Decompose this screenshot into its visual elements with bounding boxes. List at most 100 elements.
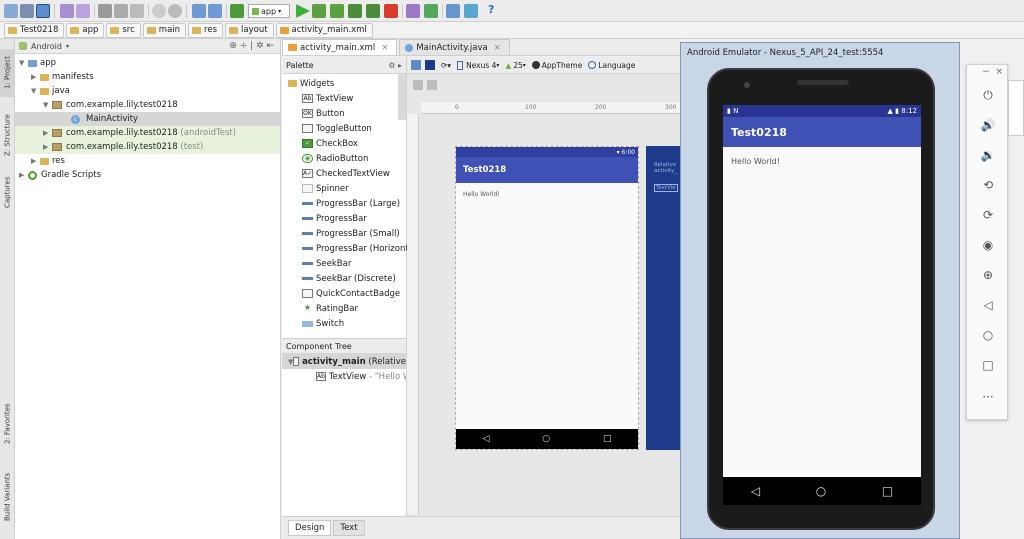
make-project-icon[interactable] <box>230 4 244 18</box>
project-structure-icon[interactable] <box>446 4 460 18</box>
tab-captures[interactable]: Captures <box>0 173 15 211</box>
language-select[interactable]: Language <box>598 61 635 70</box>
expand-arrow-icon[interactable]: ▶ <box>19 171 28 179</box>
volume-down-icon[interactable]: 🔉 <box>967 145 1009 165</box>
android-monitor-icon[interactable] <box>464 4 478 18</box>
screenshot-icon[interactable]: ◉ <box>967 235 1009 255</box>
stop-icon[interactable] <box>384 4 398 18</box>
tree-item-app[interactable]: ▼ app <box>19 56 56 70</box>
attach-icon[interactable] <box>330 4 344 18</box>
sync-icon[interactable] <box>36 4 50 18</box>
back-icon[interactable] <box>192 4 206 18</box>
apply-changes-icon[interactable] <box>348 4 362 18</box>
find-icon[interactable] <box>152 4 166 18</box>
expand-arrow-icon[interactable]: ▶ <box>31 73 40 81</box>
tab-structure[interactable]: Z: Structure <box>0 109 15 161</box>
tree-item-mainactivity[interactable]: c MainActivity <box>15 112 280 126</box>
orientation-icon[interactable]: ⟳▾ <box>441 61 451 70</box>
home-icon[interactable]: ○ <box>967 325 1009 345</box>
power-icon[interactable]: ⏻ <box>967 85 1009 105</box>
expand-arrow-icon[interactable]: ▶ <box>31 157 40 165</box>
help-icon[interactable]: ? <box>488 3 494 16</box>
recents-icon[interactable]: □ <box>882 484 893 498</box>
palette-item[interactable]: SeekBar (Discrete) <box>302 271 396 286</box>
palette-item[interactable]: ProgressBar <box>302 211 367 226</box>
tab-activity-main-xml[interactable]: activity_main.xml × <box>282 39 398 55</box>
tree-item-package[interactable]: ▼ com.example.lily.test0218 <box>43 98 178 112</box>
sdk-manager-icon[interactable] <box>424 4 438 18</box>
tree-node-root[interactable]: ▼ activity_main (Relative <box>282 354 406 369</box>
tree-item-package-test[interactable]: ▶ com.example.lily.test0218 (test) <box>15 140 280 154</box>
expand-arrow-icon[interactable]: ▶ <box>43 143 52 151</box>
palette-item[interactable]: Spinner <box>302 181 349 196</box>
palette-group-widgets[interactable]: Widgets <box>288 76 334 91</box>
breadcrumb-item[interactable]: main <box>142 22 187 38</box>
expand-arrow-icon[interactable]: ▼ <box>43 101 52 109</box>
close-icon[interactable]: × <box>381 43 388 53</box>
tree-item-res[interactable]: ▶ res <box>31 154 65 168</box>
zoom-in-icon[interactable] <box>413 80 423 90</box>
tree-node-textview[interactable]: AbTextView - "Hello W <box>282 369 406 384</box>
palette-item[interactable]: ◉ RadioButton <box>302 151 368 166</box>
volume-up-icon[interactable]: 🔊 <box>967 115 1009 135</box>
back-icon[interactable]: ◁ <box>967 295 1009 315</box>
palette-item[interactable]: SeekBar <box>302 256 351 271</box>
palette-item[interactable]: QuickContactBadge <box>302 286 400 301</box>
tree-item-package-androidtest[interactable]: ▶ com.example.lily.test0218 (androidTest) <box>15 126 280 140</box>
palette-item[interactable]: ✓ CheckBox <box>302 136 358 151</box>
palette-settings-icon[interactable]: ⚙ ▸ <box>388 61 402 70</box>
palette-item[interactable]: ★ RatingBar <box>302 301 358 316</box>
palette-item[interactable]: Ab TextView <box>302 91 353 106</box>
tab-mainactivity-java[interactable]: MainActivity.java × <box>399 39 510 55</box>
tab-design[interactable]: Design <box>288 520 332 536</box>
expand-arrow-icon[interactable]: ▼ <box>31 87 40 95</box>
device-select[interactable]: Nexus 4 <box>466 61 496 70</box>
palette-item[interactable]: Switch <box>302 316 344 331</box>
layout-preview[interactable]: ▾ 6:00 Test0218 Hello World! ◁ ○ □ <box>455 146 639 450</box>
expand-arrow-icon[interactable]: ▶ <box>43 129 52 137</box>
debug-icon[interactable] <box>312 4 326 18</box>
tab-favorites[interactable]: 2: Favorites <box>0 399 15 449</box>
run-icon[interactable] <box>296 4 310 18</box>
zoom-out-icon[interactable] <box>427 80 437 90</box>
palette-item[interactable]: ProgressBar (Horizonta <box>302 241 414 256</box>
palette-item[interactable]: ProgressBar (Small) <box>302 226 400 241</box>
chevron-down-icon[interactable]: ▾ <box>66 43 69 50</box>
tab-text[interactable]: Text <box>333 520 365 536</box>
expand-arrow-icon[interactable]: ▼ <box>19 59 28 67</box>
close-icon[interactable]: × <box>494 43 501 53</box>
blueprint-view-icon[interactable] <box>425 60 435 70</box>
breadcrumb-item[interactable]: layout <box>225 22 274 38</box>
breadcrumb-item[interactable]: activity_main.xml <box>275 22 373 38</box>
paste-icon[interactable] <box>130 4 144 18</box>
open-icon[interactable] <box>4 4 18 18</box>
blueprint-preview[interactable]: Relative activity_ TextVie <box>646 146 684 450</box>
rotate-right-icon[interactable]: ⟳ <box>967 205 1009 225</box>
save-icon[interactable] <box>20 4 34 18</box>
forward-icon[interactable] <box>208 4 222 18</box>
preview-hello-text[interactable]: Hello World! <box>456 183 638 206</box>
breadcrumb-item[interactable]: res <box>188 22 224 38</box>
emulator-screen[interactable]: ▮ N ▲ ▮ 8:12 Test0218 Hello World! <box>723 105 921 491</box>
more-icon[interactable]: ··· <box>967 387 1009 407</box>
breadcrumb-item[interactable]: app <box>66 22 105 38</box>
project-view-selector[interactable]: Android <box>31 42 62 51</box>
cut-icon[interactable] <box>98 4 112 18</box>
palette-item[interactable]: OK Button <box>302 106 344 121</box>
rerun-icon[interactable] <box>366 4 380 18</box>
run-config-select[interactable]: app ▾ <box>248 4 290 18</box>
panel-settings-icon[interactable]: ⊕ ÷ | ✲ ⇤ <box>229 41 274 51</box>
home-icon[interactable]: ○ <box>816 484 826 498</box>
tree-item-java[interactable]: ▼ java <box>31 84 70 98</box>
theme-select[interactable]: AppTheme <box>542 61 583 70</box>
replace-icon[interactable] <box>168 4 182 18</box>
tree-item-manifests[interactable]: ▶ manifests <box>31 70 94 84</box>
overview-icon[interactable]: □ <box>967 355 1009 375</box>
breadcrumb-item[interactable]: Test0218 <box>4 22 65 38</box>
tab-build-variants[interactable]: Build Variants <box>0 469 15 525</box>
emulator-title[interactable]: Android Emulator - Nexus_5_API_24_test:5… <box>681 43 959 63</box>
redo-icon[interactable] <box>76 4 90 18</box>
avd-manager-icon[interactable] <box>406 4 420 18</box>
api-select[interactable]: 25 <box>513 61 523 70</box>
window-controls[interactable]: − × <box>982 67 1003 77</box>
